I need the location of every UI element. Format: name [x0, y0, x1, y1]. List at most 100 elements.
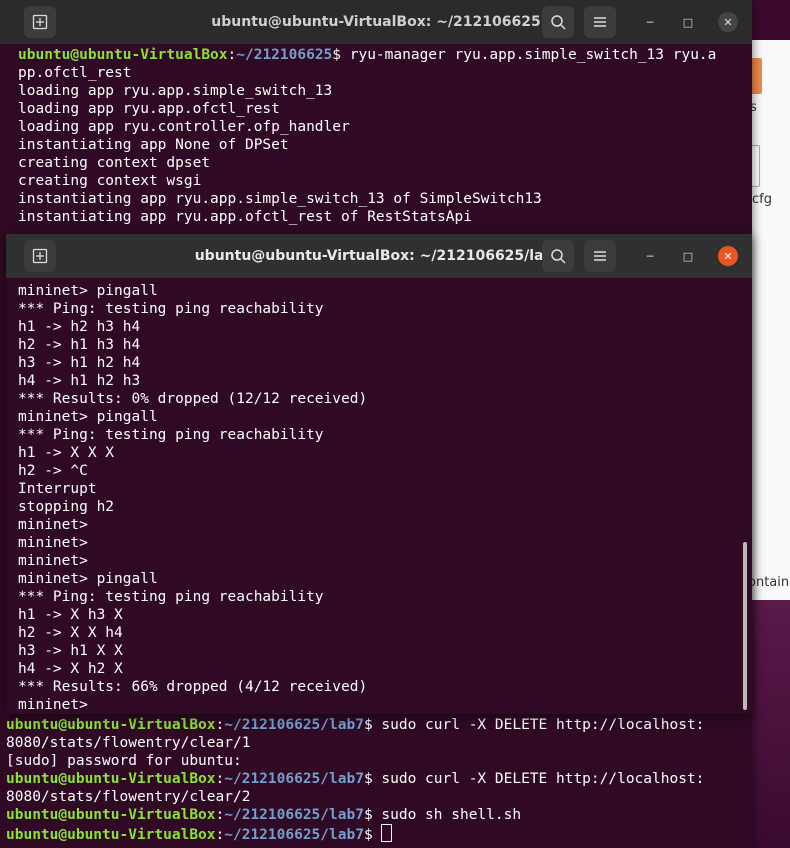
line-text: $ sudo curl -X DELETE http://localhost:	[363, 717, 705, 733]
prompt-path: ~/212106625/lab7	[224, 827, 364, 843]
terminal-line: h1 -> X X X	[18, 445, 115, 461]
line-text: instantiating app ryu.app.simple_switch_…	[18, 191, 542, 207]
terminal-line: h1 -> X h3 X	[18, 607, 123, 623]
terminal-line: mininet> pingall	[18, 283, 158, 299]
prompt-path: ~/212106625/lab7	[224, 807, 364, 823]
terminal-line: [sudo] password for ubuntu:	[6, 752, 752, 770]
prompt-user: ubuntu@ubuntu-VirtualBox	[18, 47, 228, 63]
terminal-line: ubuntu@ubuntu-VirtualBox:~/212106625$ ry…	[18, 46, 752, 64]
line-text: loading app ryu.app.ofctl_rest	[18, 101, 280, 117]
menu-button[interactable]	[584, 240, 616, 272]
line-text: instantiating app ryu.app.ofctl_rest of …	[18, 209, 472, 225]
terminal-line: instantiating app None of DPSet	[18, 136, 752, 154]
maximize-button[interactable]: □	[678, 246, 698, 266]
terminal-line: stopping h2	[18, 499, 115, 515]
terminal-window-front[interactable]: ubuntu@ubuntu-VirtualBox: ~/212106625/la…	[6, 234, 752, 714]
terminal-line: h4 -> h1 h2 h3	[18, 373, 141, 389]
line-text: instantiating app None of DPSet	[18, 137, 289, 153]
search-button[interactable]	[542, 240, 574, 272]
terminal-line: pp.ofctl_rest	[18, 64, 752, 82]
terminal-line: mininet>	[18, 697, 88, 713]
terminal-line: h2 -> ^C	[18, 463, 88, 479]
terminal-line: h1 -> h2 h3 h4	[18, 319, 141, 335]
close-icon: ✕	[723, 249, 733, 263]
line-text: creating context wsgi	[18, 173, 202, 189]
prompt-colon: :	[215, 771, 225, 787]
text-cursor	[381, 824, 393, 842]
terminal-line: h3 -> h1 h2 h4	[18, 355, 141, 371]
scrollbar[interactable]	[743, 542, 747, 710]
prompt-path: ~/212106625/lab7	[224, 717, 364, 733]
line-text: pp.ofctl_rest	[18, 65, 132, 81]
line-text: 8080/stats/flowentry/clear/1	[6, 735, 251, 751]
terminal-line: mininet>	[18, 517, 88, 533]
line-text: loading app ryu.app.simple_switch_13	[18, 83, 333, 99]
terminal-line: h2 -> X X h4	[18, 625, 123, 641]
prompt-colon: :	[215, 717, 225, 733]
maximize-icon: □	[682, 15, 694, 29]
terminal-line: ubuntu@ubuntu-VirtualBox:~/212106625/lab…	[6, 770, 752, 788]
terminal-line: mininet>	[18, 553, 88, 569]
terminal-line: h2 -> h1 h3 h4	[18, 337, 141, 353]
prompt-user: ubuntu@ubuntu-VirtualBox	[6, 771, 216, 787]
terminal-line: *** Ping: testing ping reachability	[18, 589, 324, 605]
prompt-colon: :	[215, 827, 225, 843]
terminal-line: 8080/stats/flowentry/clear/1	[6, 734, 752, 752]
line-text: [sudo] password for ubuntu:	[6, 753, 242, 769]
title-bar[interactable]: ubuntu@ubuntu-VirtualBox: ~/212106625 ─ …	[0, 0, 752, 44]
terminal-line: loading app ryu.app.simple_switch_13	[18, 82, 752, 100]
search-icon	[551, 15, 566, 30]
search-icon	[551, 249, 566, 264]
close-button[interactable]: ✕	[718, 246, 738, 266]
minimize-button[interactable]: ─	[640, 12, 660, 32]
close-button[interactable]: ✕	[718, 12, 738, 32]
terminal-line: *** Results: 0% dropped (12/12 received)	[18, 391, 368, 407]
menu-button[interactable]	[584, 6, 616, 38]
prompt-user: ubuntu@ubuntu-VirtualBox	[6, 827, 216, 843]
terminal-line: Interrupt	[18, 481, 97, 497]
line-text: $ sudo curl -X DELETE http://localhost:	[363, 771, 705, 787]
hamburger-menu-icon	[594, 17, 606, 27]
terminal-line: instantiating app ryu.app.ofctl_rest of …	[18, 208, 752, 226]
line-text: $	[363, 827, 382, 843]
terminal-line: loading app ryu.app.ofctl_rest	[18, 100, 752, 118]
minimize-icon: ─	[646, 15, 654, 29]
terminal-line: *** Results: 66% dropped (4/12 received)	[18, 679, 368, 695]
title-bar[interactable]: ubuntu@ubuntu-VirtualBox: ~/212106625/la…	[6, 234, 752, 278]
close-icon: ✕	[723, 15, 733, 29]
prompt-path: ~/212106625	[236, 47, 333, 63]
search-button[interactable]	[542, 6, 574, 38]
terminal-line: loading app ryu.controller.ofp_handler	[18, 118, 752, 136]
line-text: 8080/stats/flowentry/clear/2	[6, 789, 251, 805]
minimize-button[interactable]: ─	[640, 246, 660, 266]
terminal-line: mininet> pingall	[18, 409, 158, 425]
terminal-line: ubuntu@ubuntu-VirtualBox:~/212106625/lab…	[6, 716, 752, 734]
terminal-output-bottom[interactable]: ubuntu@ubuntu-VirtualBox:~/212106625/lab…	[0, 716, 752, 844]
terminal-output[interactable]: ubuntu@ubuntu-VirtualBox:~/212106625$ ry…	[0, 46, 752, 226]
desktop-label: ontain	[748, 575, 790, 590]
prompt-colon: :	[227, 47, 237, 63]
desktop-label: cfg	[752, 192, 772, 207]
line-text: creating context dpset	[18, 155, 211, 171]
maximize-button[interactable]: □	[678, 12, 698, 32]
prompt-user: ubuntu@ubuntu-VirtualBox	[6, 717, 216, 733]
terminal-line: ubuntu@ubuntu-VirtualBox:~/212106625/lab…	[6, 806, 752, 824]
terminal-line: h3 -> h1 X X	[18, 643, 123, 659]
terminal-line: 8080/stats/flowentry/clear/2	[6, 788, 752, 806]
terminal-line: instantiating app ryu.app.simple_switch_…	[18, 190, 752, 208]
maximize-icon: □	[682, 249, 694, 263]
terminal-line: ubuntu@ubuntu-VirtualBox:~/212106625/lab…	[6, 824, 752, 844]
line-text: $ ryu-manager ryu.app.simple_switch_13 r…	[332, 47, 717, 63]
terminal-line: creating context dpset	[18, 154, 752, 172]
terminal-line: *** Ping: testing ping reachability	[18, 301, 324, 317]
terminal-line: mininet> pingall	[18, 571, 158, 587]
terminal-output[interactable]: mininet> pingall *** Ping: testing ping r…	[6, 282, 752, 714]
terminal-line: mininet>	[18, 535, 88, 551]
terminal-line: creating context wsgi	[18, 172, 752, 190]
terminal-line: h4 -> X h2 X	[18, 661, 123, 677]
prompt-colon: :	[215, 807, 225, 823]
line-text: loading app ryu.controller.ofp_handler	[18, 119, 350, 135]
line-text: $ sudo sh shell.sh	[363, 807, 522, 823]
hamburger-menu-icon	[594, 251, 606, 261]
prompt-user: ubuntu@ubuntu-VirtualBox	[6, 807, 216, 823]
